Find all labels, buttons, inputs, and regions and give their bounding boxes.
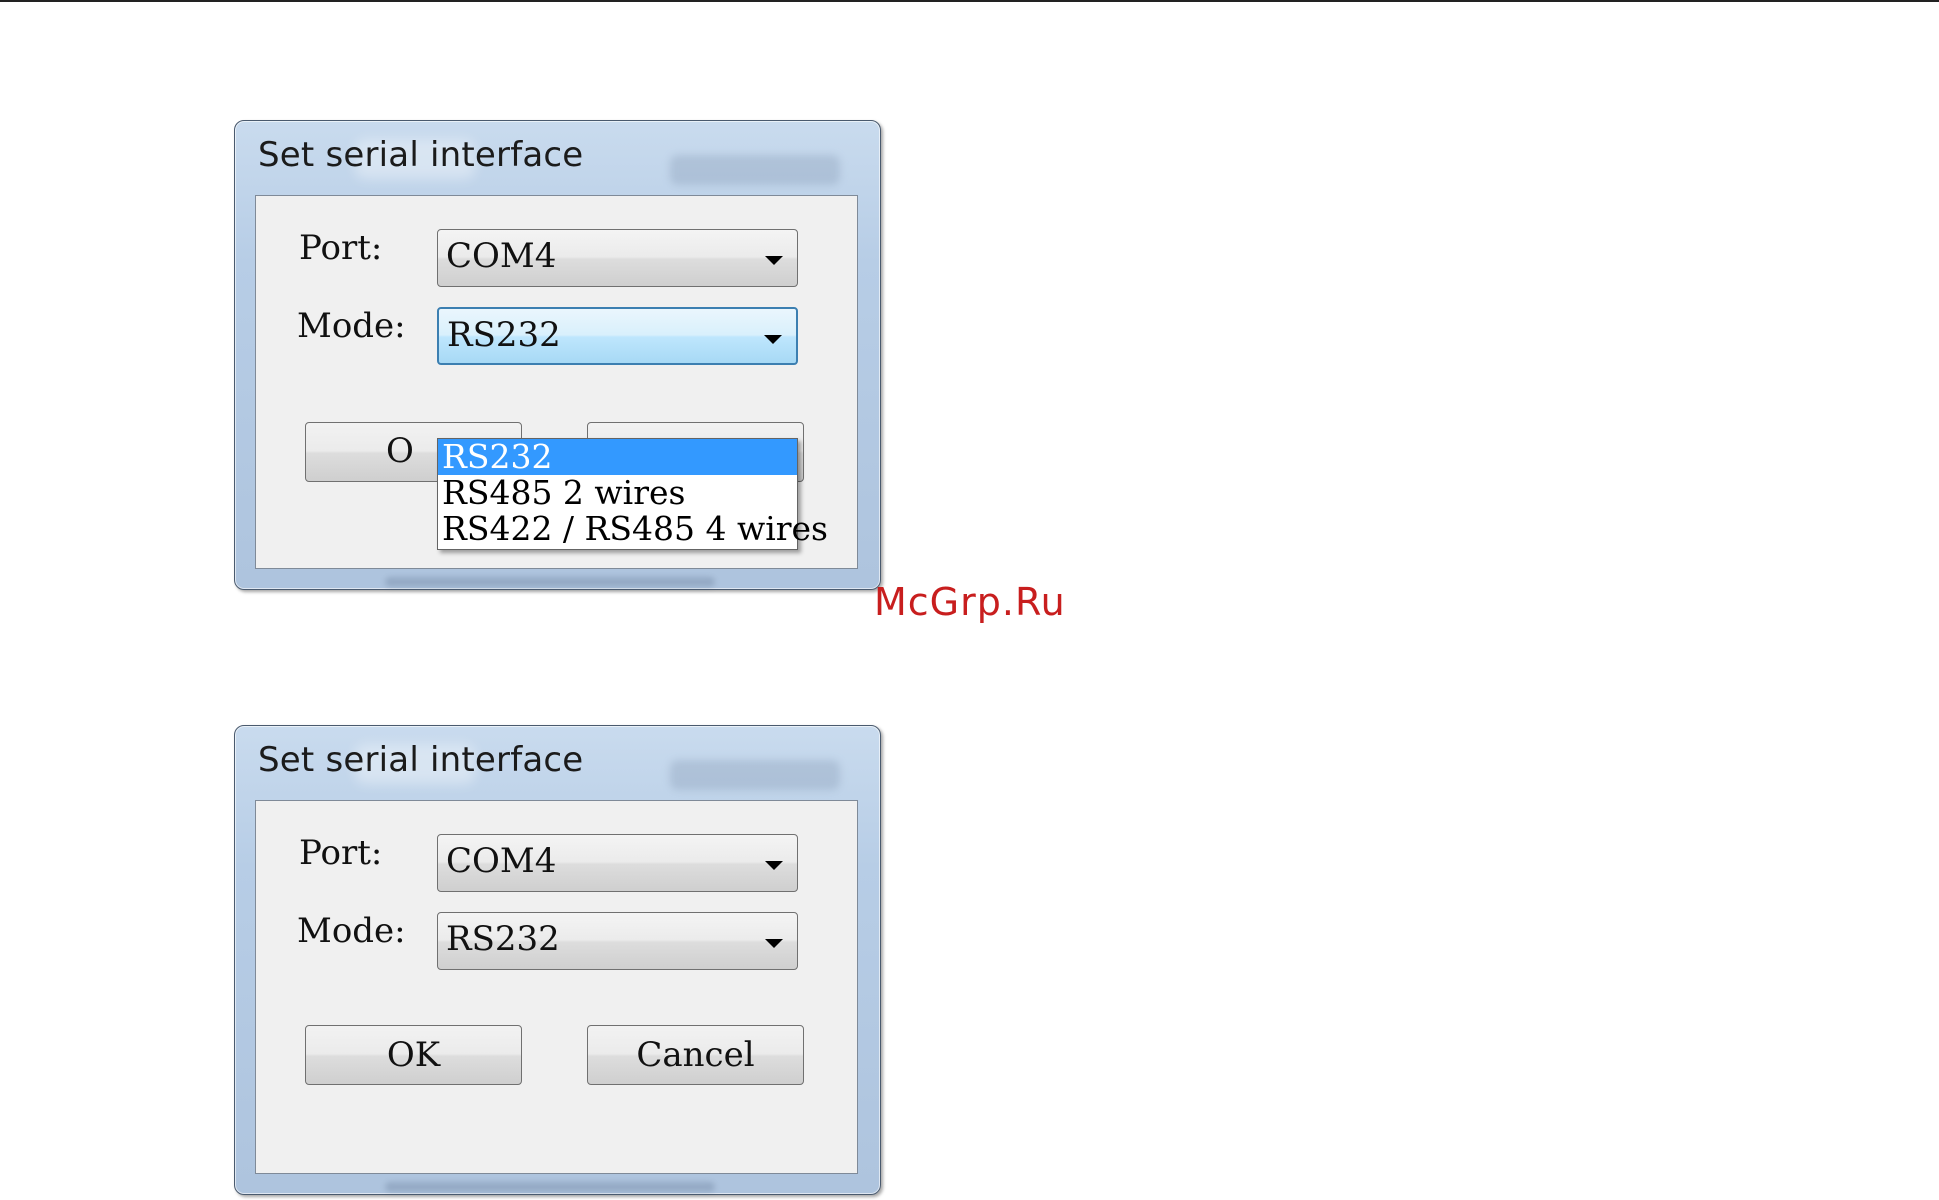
ok-button[interactable]: OK: [305, 1025, 522, 1085]
cancel-button[interactable]: Cancel: [587, 1025, 804, 1085]
port-select[interactable]: COM4: [437, 834, 798, 892]
mode-select-value: RS232: [446, 919, 560, 959]
chevron-down-icon: [764, 335, 782, 344]
background-blur: [385, 1182, 715, 1192]
mode-select[interactable]: RS232: [437, 912, 798, 970]
port-label: Port:: [299, 228, 383, 268]
top-rule: [0, 0, 1939, 2]
dialog-title: Set serial interface: [258, 740, 584, 780]
port-label: Port:: [299, 833, 383, 873]
serial-dialog-dropdown-open: Set serial interface Port: COM4 Mode: RS…: [234, 120, 881, 590]
serial-dialog-closed: Set serial interface Port: COM4 Mode: RS…: [234, 725, 881, 1195]
mode-option-rs232[interactable]: RS232: [438, 439, 797, 475]
mode-select[interactable]: RS232: [437, 307, 798, 365]
mode-option-rs485-2-wires[interactable]: RS485 2 wires: [438, 475, 797, 511]
mode-dropdown-list: RS232 RS485 2 wires RS422 / RS485 4 wire…: [437, 438, 828, 550]
dialog-title: Set serial interface: [258, 135, 584, 175]
ok-button-label: O: [386, 431, 414, 471]
background-blur: [670, 155, 840, 185]
background-blur: [670, 760, 840, 790]
chevron-down-icon: [765, 256, 783, 265]
port-select[interactable]: COM4: [437, 229, 798, 287]
dialog-client-area: Port: COM4 Mode: RS232 O RS232 RS485 2 w…: [255, 195, 858, 569]
chevron-down-icon: [765, 861, 783, 870]
dialog-client-area: Port: COM4 Mode: RS232 OK Cancel: [255, 800, 858, 1174]
port-select-value: COM4: [446, 841, 557, 881]
mode-label: Mode:: [297, 911, 406, 951]
background-blur: [385, 577, 715, 587]
mode-select-value: RS232: [447, 315, 561, 355]
chevron-down-icon: [765, 939, 783, 948]
port-select-value: COM4: [446, 236, 557, 276]
watermark-text: McGrp.Ru: [874, 580, 1066, 624]
mode-option-rs422-rs485-4-wires[interactable]: RS422 / RS485 4 wires: [438, 511, 828, 547]
mode-label: Mode:: [297, 306, 406, 346]
